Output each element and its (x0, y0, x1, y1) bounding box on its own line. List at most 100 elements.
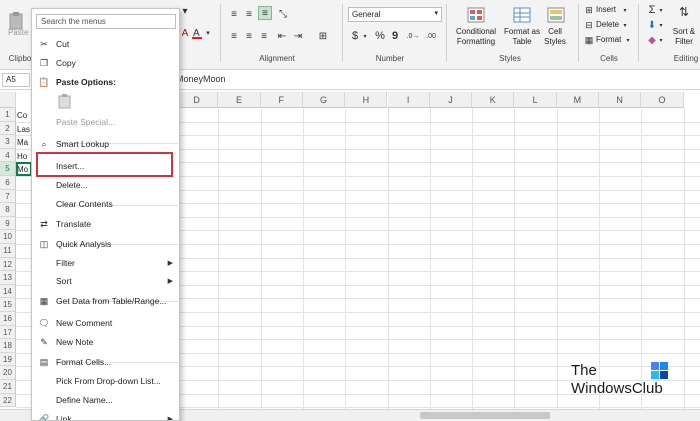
row-header[interactable]: 22 (0, 393, 16, 408)
chevron-down-icon[interactable]: ▾ (204, 28, 212, 38)
increase-decimal-icon[interactable]: .0→ (406, 29, 420, 43)
cell-styles-button[interactable]: Cell Styles (538, 27, 572, 47)
menu-item-get-data-from-table-range[interactable]: ▦ Get Data from Table/Range... (32, 292, 179, 310)
column-header[interactable]: J (429, 92, 473, 108)
orientation-icon[interactable]: ⤡ (276, 8, 290, 20)
row-header[interactable]: 13 (0, 271, 16, 285)
conditional-formatting-icon[interactable] (466, 6, 486, 24)
column-header[interactable]: H (345, 92, 388, 108)
menu-item-new-comment[interactable]: 🗨 New Comment (32, 314, 179, 332)
row-header[interactable]: 16 (0, 312, 16, 326)
menu-item-clear-contents[interactable]: Clear Contents (32, 195, 179, 213)
delete-icon[interactable]: ⊟ (584, 20, 594, 30)
currency-icon[interactable]: $ (350, 29, 360, 43)
menu-item-pick-from-drop-down-list[interactable]: Pick From Drop-down List... (32, 372, 179, 390)
name-box[interactable]: A5 (2, 73, 30, 87)
column-header[interactable]: M (556, 92, 599, 108)
row-header[interactable]: 11 (0, 244, 16, 258)
menu-item-smart-lookup[interactable]: ⌕ Smart Lookup (32, 135, 179, 153)
menu-item-quick-analysis[interactable]: ◫ Quick Analysis (32, 235, 179, 253)
paste-option-icon[interactable] (58, 93, 74, 109)
format-as-table-icon[interactable] (512, 6, 532, 24)
menu-item-paste-special[interactable]: Paste Special... (32, 113, 179, 131)
sort-filter-button[interactable]: Sort & Filter (669, 27, 699, 47)
cell-a2[interactable]: Las (17, 123, 31, 136)
column-header[interactable]: L (514, 92, 557, 108)
chevron-down-icon[interactable]: ▾ (622, 20, 628, 30)
cell-a4[interactable]: Ho (17, 150, 31, 163)
scrollbar-thumb[interactable] (420, 412, 550, 419)
row-header[interactable]: 4 (0, 148, 16, 163)
row-header[interactable]: 6 (0, 176, 16, 190)
align-right-icon[interactable]: ≡ (258, 30, 270, 42)
chevron-down-icon[interactable]: ▾ (658, 35, 664, 45)
sort-filter-icon[interactable]: ⇅ (676, 4, 692, 20)
align-left-icon[interactable]: ≡ (228, 30, 240, 42)
menu-item-delete[interactable]: Delete... (32, 176, 179, 194)
column-header[interactable]: D (176, 92, 219, 108)
format-button[interactable]: Format (596, 35, 621, 45)
row-header[interactable]: 5 (0, 162, 16, 176)
chevron-down-icon[interactable]: ▾ (362, 31, 368, 41)
cell-styles-icon[interactable] (546, 6, 566, 24)
conditional-formatting-button[interactable]: Conditional Formatting (450, 27, 502, 47)
increase-indent-icon[interactable]: ⇥ (292, 30, 304, 42)
font-color-dropdown-icon[interactable]: A (192, 28, 202, 39)
chevron-down-icon[interactable]: ▾ (622, 5, 628, 15)
select-all-corner[interactable] (0, 92, 16, 108)
row-header[interactable]: 20 (0, 366, 16, 380)
cell-a3[interactable]: Ma (17, 136, 31, 149)
align-bottom-icon[interactable]: ≡ (258, 6, 272, 20)
chevron-down-icon[interactable]: ▾ (658, 20, 664, 30)
column-header[interactable]: K (472, 92, 515, 108)
column-header[interactable]: O (641, 92, 684, 108)
row-header[interactable]: 10 (0, 230, 16, 244)
format-icon[interactable]: ▦ (584, 35, 594, 45)
menu-item-cut[interactable]: ✂ Cut (32, 35, 179, 53)
column-header[interactable]: N (599, 92, 642, 108)
align-top-icon[interactable]: ≡ (228, 8, 240, 20)
clear-icon[interactable]: ◆ (646, 34, 658, 46)
row-header[interactable]: 3 (0, 135, 16, 149)
menu-item-define-name[interactable]: Define Name... (32, 391, 179, 409)
align-middle-icon[interactable]: ≡ (243, 8, 255, 20)
paste-label[interactable]: Paste (8, 28, 28, 38)
row-header[interactable]: 1 (0, 108, 16, 122)
menu-item-copy[interactable]: ❐ Copy (32, 54, 179, 72)
menu-item-new-note[interactable]: ✎ New Note (32, 333, 179, 351)
decrease-indent-icon[interactable]: ⇤ (276, 30, 288, 42)
insert-icon[interactable]: ⊞ (584, 5, 594, 15)
menu-item-sort[interactable]: Sort ▶ (32, 272, 179, 290)
row-header[interactable]: 12 (0, 257, 16, 272)
column-header[interactable]: G (302, 92, 346, 108)
insert-button[interactable]: Insert (596, 5, 616, 15)
percent-icon[interactable]: % (374, 29, 386, 43)
row-header[interactable]: 14 (0, 284, 16, 299)
autosum-icon[interactable]: Σ (646, 4, 658, 16)
merge-center-icon[interactable]: ⊞ (316, 30, 330, 42)
formula-input[interactable]: MoneyMoon (176, 74, 226, 84)
column-header[interactable]: I (387, 92, 430, 108)
row-header[interactable]: 17 (0, 325, 16, 340)
menu-search-input[interactable]: Search the menus (36, 14, 176, 29)
menu-item-link[interactable]: 🔗 Link ▶ (32, 410, 179, 421)
row-header[interactable]: 18 (0, 339, 16, 353)
menu-item-filter[interactable]: Filter ▶ (32, 254, 179, 272)
row-header[interactable]: 7 (0, 189, 16, 204)
chevron-down-icon[interactable]: ▾ (625, 35, 631, 45)
cell-a1[interactable]: Co (17, 109, 31, 122)
delete-button[interactable]: Delete (596, 20, 619, 30)
fill-icon[interactable]: ⬇ (646, 19, 658, 31)
column-header[interactable]: F (260, 92, 303, 108)
menu-item-translate[interactable]: ⇄ Translate (32, 215, 179, 233)
menu-item-format-cells[interactable]: ▤ Format Cells... (32, 353, 179, 371)
column-header[interactable]: E (218, 92, 261, 108)
dropdown-icon[interactable]: ▾ (180, 6, 190, 17)
row-header[interactable]: 15 (0, 298, 16, 312)
row-header[interactable]: 8 (0, 203, 16, 217)
format-as-table-button[interactable]: Format as Table (502, 27, 542, 47)
chevron-down-icon[interactable]: ▾ (658, 5, 664, 15)
row-header[interactable]: 9 (0, 216, 16, 231)
row-header[interactable]: 2 (0, 121, 16, 136)
align-center-icon[interactable]: ≡ (243, 30, 255, 42)
